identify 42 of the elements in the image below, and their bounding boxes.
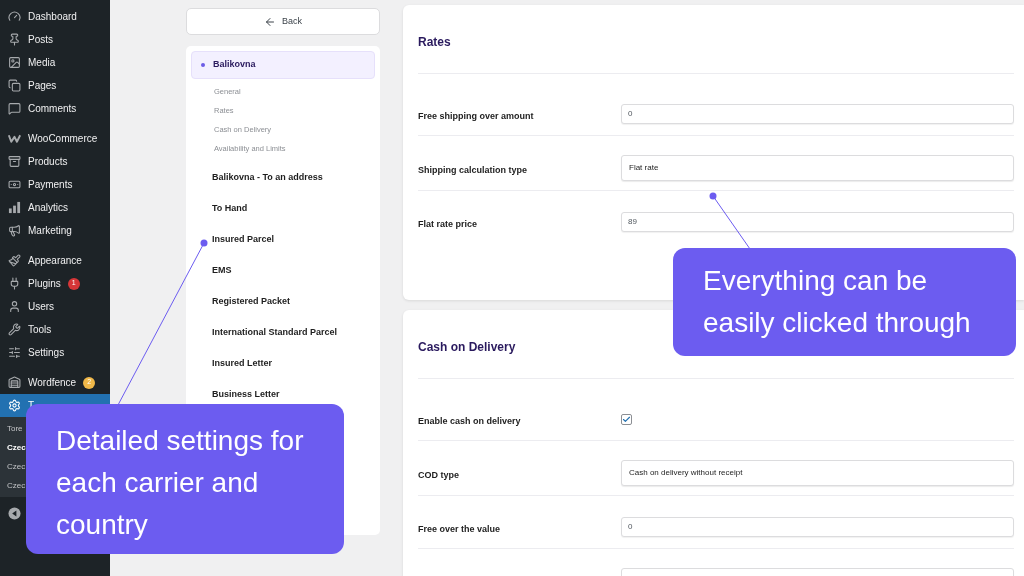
field-label: Free over the value xyxy=(418,524,501,534)
field-label: COD type xyxy=(418,470,459,480)
submenu-item[interactable]: Czec xyxy=(0,457,26,476)
sidebar-item[interactable]: Settings xyxy=(0,341,110,364)
sidebar-item[interactable]: Media xyxy=(0,51,110,74)
input-field[interactable]: 0 xyxy=(621,104,1014,124)
carrier-item[interactable]: To Hand xyxy=(191,195,375,223)
sidebar-item[interactable]: Appearance xyxy=(0,249,110,272)
back-button[interactable]: Back xyxy=(186,8,380,35)
select-field[interactable]: Cash on delivery without receipt xyxy=(621,460,1014,486)
sidebar-item[interactable]: Pages xyxy=(0,74,110,97)
carrier-item[interactable]: Registered Packet xyxy=(191,288,375,316)
sidebar-item[interactable]: WooCommerce xyxy=(0,127,110,150)
sidebar-item[interactable]: Payments xyxy=(0,173,110,196)
carrier-item[interactable]: Balikovna - To an address xyxy=(191,164,375,192)
submenu-item[interactable]: Czec xyxy=(0,476,26,495)
sidebar-item[interactable]: Comments xyxy=(0,97,110,120)
field-label: Free shipping over amount xyxy=(418,111,534,121)
carrier-item[interactable]: Insured Letter xyxy=(191,350,375,378)
submenu-item[interactable]: Czec xyxy=(0,438,26,457)
sidebar-item[interactable]: Users xyxy=(0,295,110,318)
carrier-item[interactable]: International Standard Parcel xyxy=(191,319,375,347)
sidebar-item[interactable]: Marketing xyxy=(0,219,110,242)
section-title: Cash on Delivery xyxy=(418,339,517,355)
sidebar-item[interactable]: Products xyxy=(0,150,110,173)
carrier-item[interactable]: EMS xyxy=(191,257,375,285)
carrier-item[interactable]: Insured Parcel xyxy=(191,226,375,254)
callout-text: Detailed settings for each carrier and country xyxy=(56,424,305,542)
callout-text: Everything can be easily clicked through xyxy=(703,264,972,340)
sidebar-item[interactable]: Analytics xyxy=(0,196,110,219)
input-field[interactable]: 0 xyxy=(621,517,1014,537)
field-label: Enable cash on delivery xyxy=(418,416,521,426)
sidebar-item[interactable]: Posts xyxy=(0,28,110,51)
submenu-item[interactable]: Tore xyxy=(0,419,23,438)
field-label: Shipping calculation type xyxy=(418,165,527,175)
section-title: Rates xyxy=(418,34,452,50)
sidebar-item[interactable]: Dashboard xyxy=(0,5,110,28)
input-field[interactable]: 89 xyxy=(621,212,1014,232)
field-label: Flat rate price xyxy=(418,219,478,229)
sidebar-item[interactable]: Tools xyxy=(0,318,110,341)
select-field[interactable]: Flat rate xyxy=(621,155,1014,181)
carrier-item[interactable]: Balikovna xyxy=(191,51,375,79)
